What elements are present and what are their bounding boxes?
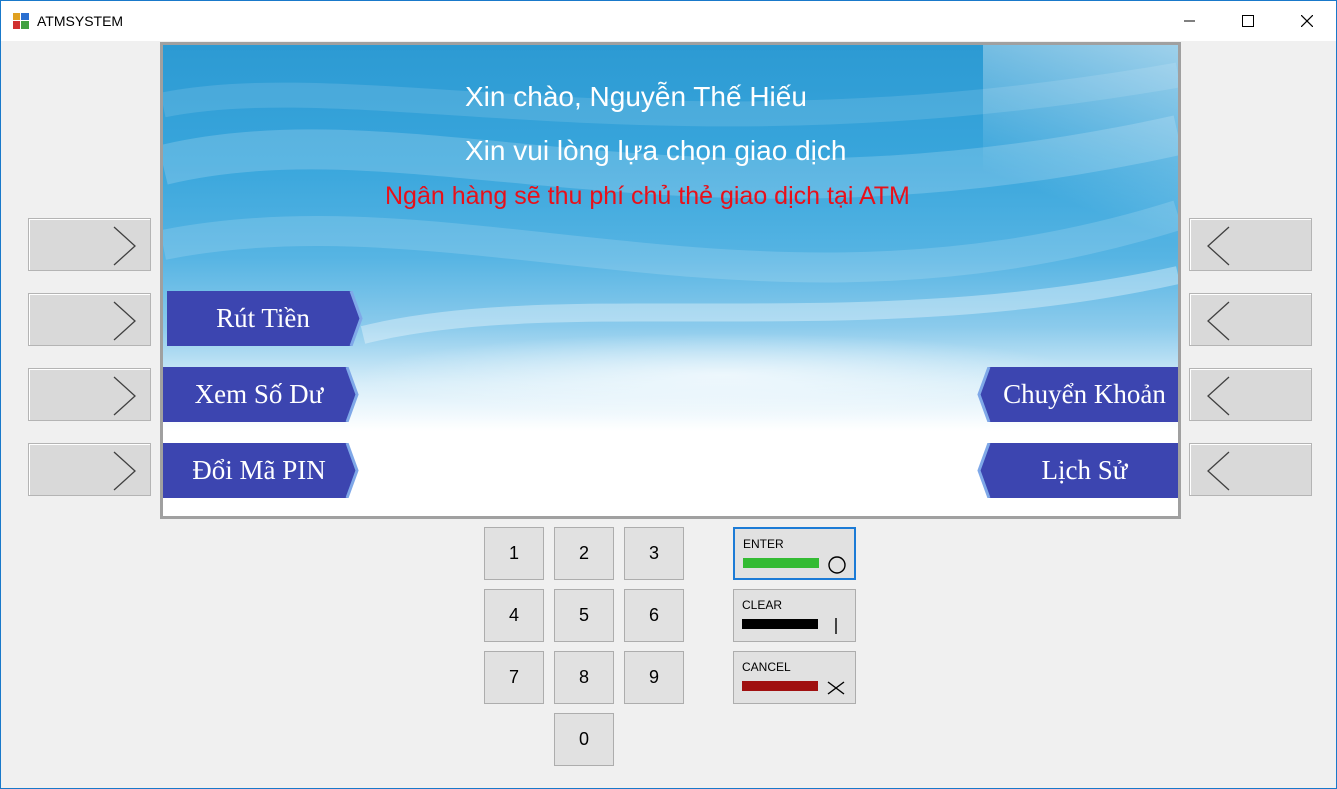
minimize-button[interactable]	[1161, 1, 1219, 41]
close-button[interactable]	[1278, 1, 1336, 41]
key-2[interactable]: 2	[554, 527, 614, 580]
left-side-button-1[interactable]	[28, 218, 151, 271]
key-5[interactable]: 5	[554, 589, 614, 642]
atm-screen: Xin chào, Nguyễn Thế Hiếu Xin vui lòng l…	[160, 42, 1181, 519]
key-4[interactable]: 4	[484, 589, 544, 642]
key-9[interactable]: 9	[624, 651, 684, 704]
balance-label: Xem Số Dư	[194, 379, 324, 409]
history-button[interactable]: Lịch Sử	[975, 443, 1178, 498]
clear-color-bar	[742, 619, 818, 629]
right-side-button-4[interactable]	[1189, 443, 1312, 496]
maximize-button[interactable]	[1219, 1, 1277, 41]
right-side-button-2[interactable]	[1189, 293, 1312, 346]
app-window: ATMSYSTEM Xin chào, Nguyễn Thế Hiếu Xin …	[0, 0, 1337, 789]
chevron-left-icon	[1207, 451, 1230, 491]
right-side-button-1[interactable]	[1189, 218, 1312, 271]
cancel-button[interactable]: CANCEL	[733, 651, 856, 704]
clear-label: CLEAR	[742, 598, 783, 612]
change-pin-button[interactable]: Đổi Mã PIN	[163, 443, 363, 498]
change-pin-label: Đổi Mã PIN	[192, 455, 326, 485]
left-side-button-3[interactable]	[28, 368, 151, 421]
clear-button[interactable]: CLEAR	[733, 589, 856, 642]
key-7[interactable]: 7	[484, 651, 544, 704]
close-icon	[1301, 15, 1313, 27]
withdraw-button[interactable]: Rút Tiền	[167, 291, 367, 346]
app-icon	[13, 13, 29, 29]
x-icon	[827, 681, 845, 695]
title-bar: ATMSYSTEM	[1, 1, 1336, 41]
left-side-button-2[interactable]	[28, 293, 151, 346]
enter-label: ENTER	[743, 537, 784, 551]
key-8[interactable]: 8	[554, 651, 614, 704]
minimize-icon	[1184, 20, 1195, 22]
enter-color-bar	[743, 558, 819, 568]
transfer-button[interactable]: Chuyển Khoản	[975, 367, 1178, 422]
cancel-label: CANCEL	[742, 660, 791, 674]
chevron-left-icon	[1207, 226, 1230, 266]
maximize-icon	[1242, 15, 1254, 27]
key-3[interactable]: 3	[624, 527, 684, 580]
chevron-right-icon	[113, 301, 136, 341]
chevron-right-icon	[113, 226, 136, 266]
enter-button[interactable]: ENTER	[733, 527, 856, 580]
chevron-right-icon	[113, 376, 136, 416]
cancel-color-bar	[742, 681, 818, 691]
window-title: ATMSYSTEM	[37, 13, 124, 29]
balance-button[interactable]: Xem Số Dư	[163, 367, 363, 422]
chevron-left-icon	[1207, 301, 1230, 341]
transfer-label: Chuyển Khoản	[1003, 379, 1166, 409]
key-0[interactable]: 0	[554, 713, 614, 766]
fee-notice: Ngân hàng sẽ thu phí chủ thẻ giao dịch t…	[385, 182, 910, 210]
key-6[interactable]: 6	[624, 589, 684, 642]
circle-icon	[828, 556, 846, 574]
history-label: Lịch Sử	[1041, 455, 1128, 485]
bar-icon	[835, 618, 837, 634]
chevron-left-icon	[1207, 376, 1230, 416]
left-side-button-4[interactable]	[28, 443, 151, 496]
withdraw-label: Rút Tiền	[216, 303, 310, 333]
prompt-text: Xin vui lòng lựa chọn giao dịch	[465, 135, 847, 166]
right-side-button-3[interactable]	[1189, 368, 1312, 421]
chevron-right-icon	[113, 451, 136, 491]
key-1[interactable]: 1	[484, 527, 544, 580]
greeting-text: Xin chào, Nguyễn Thế Hiếu	[465, 81, 807, 112]
